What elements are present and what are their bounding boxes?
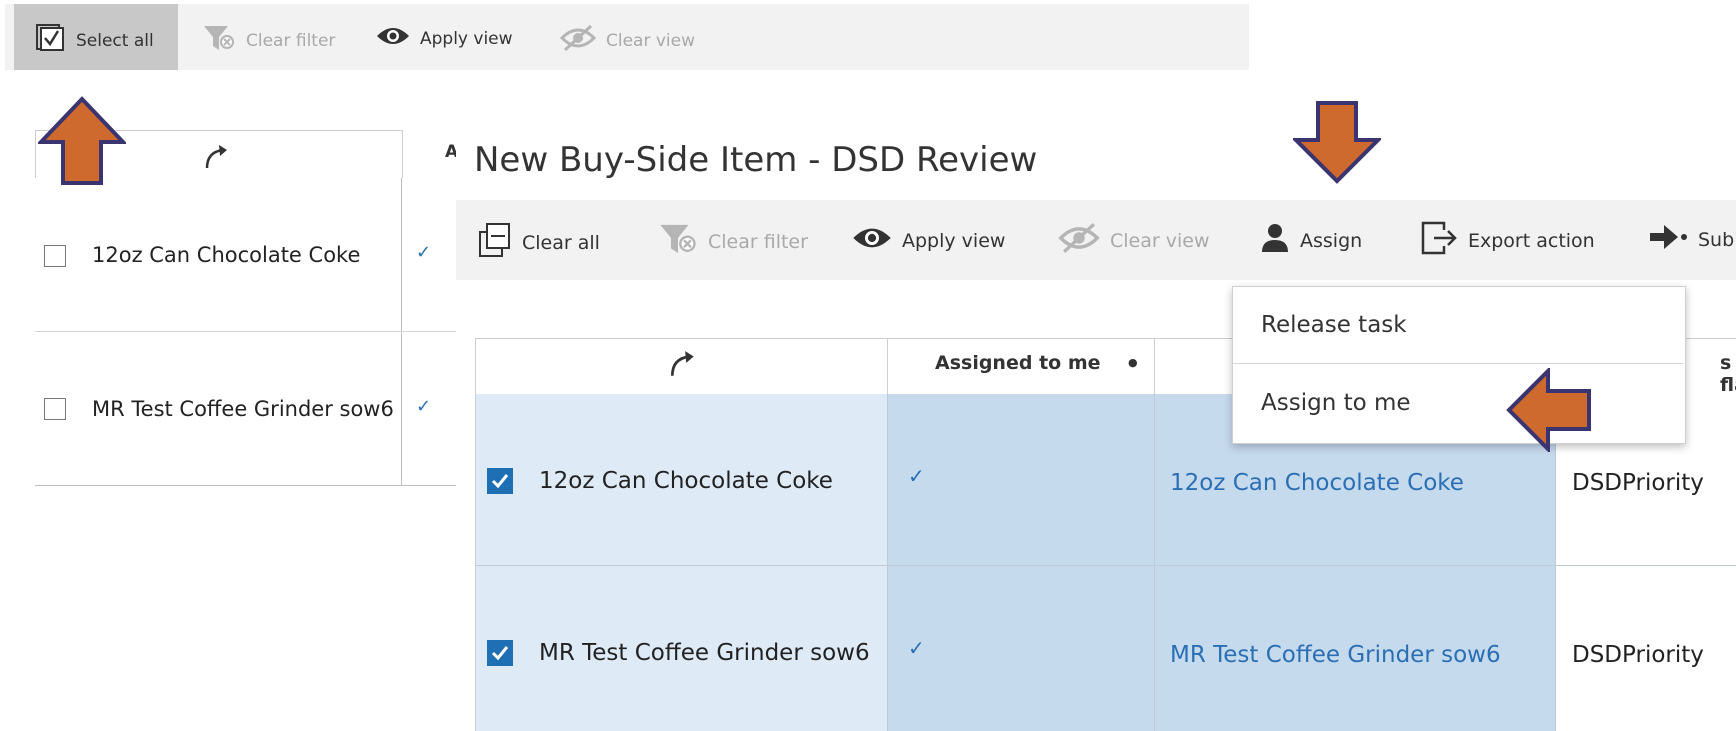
top-clear-view-label: Clear view (606, 30, 696, 51)
export-action-button[interactable]: Export action (1420, 220, 1595, 261)
assign-label: Assign (1300, 229, 1363, 252)
flag-header[interactable]: s flag (1720, 352, 1736, 396)
back-row-2-checkbox[interactable] (44, 398, 66, 420)
arrow-down-annotation (1293, 101, 1381, 184)
back-row-1-check-icon: ✓ (416, 242, 432, 263)
eye-off-icon (559, 24, 597, 57)
assigned-to-me-header[interactable]: Assigned to me (935, 352, 1101, 374)
filter-clear-icon (202, 24, 236, 57)
arrow-up-annotation (38, 96, 126, 185)
select-all-icon (36, 24, 66, 57)
export-icon (1420, 220, 1458, 261)
apply-view-button[interactable]: Apply view (852, 224, 1005, 257)
panel-title: New Buy-Side Item - DSD Review (474, 140, 1038, 180)
clear-view-label: Clear view (1110, 229, 1210, 252)
row-2-name: MR Test Coffee Grinder sow6 (539, 640, 870, 666)
eye-icon (852, 224, 892, 257)
row-1-item-link[interactable]: 12oz Can Chocolate Coke (1170, 470, 1464, 496)
arrow-right-icon (1648, 222, 1688, 257)
row-1-flag: DSDPriority (1572, 470, 1704, 496)
menu-item-release-task-label: Release task (1261, 312, 1407, 338)
menu-item-release-task[interactable]: Release task (1233, 287, 1683, 363)
row-2-item-link[interactable]: MR Test Coffee Grinder sow6 (1170, 642, 1501, 668)
person-icon (1260, 222, 1290, 259)
eye-icon (376, 24, 410, 53)
arrow-left-annotation (1506, 368, 1591, 452)
back-row-2-name: MR Test Coffee Grinder sow6 (92, 397, 394, 421)
row-1-checkbox[interactable] (487, 468, 513, 494)
back-row-2-check-icon: ✓ (416, 396, 432, 417)
header-divider-2 (1154, 338, 1155, 394)
menu-item-assign-to-me-label: Assign to me (1261, 389, 1411, 416)
apply-view-label: Apply view (902, 229, 1006, 252)
refresh-icon[interactable] (203, 144, 231, 174)
row-1-name: 12oz Can Chocolate Coke (539, 468, 833, 494)
row-2-assigned-check: ✓ (908, 636, 925, 660)
eye-off-icon (1058, 222, 1100, 259)
filter-clear-icon (658, 222, 698, 261)
select-all[interactable]: Select all (36, 24, 154, 57)
row-1-assigned-check: ✓ (908, 464, 925, 488)
clear-all-label: Clear all (522, 231, 600, 254)
assigned-sort-indicator: ● (1128, 356, 1138, 369)
refresh-icon[interactable] (668, 350, 698, 382)
assign-button[interactable]: Assign (1260, 222, 1362, 259)
top-clear-filter-button[interactable]: Clear filter (202, 24, 335, 57)
back-grid-row-separator (35, 331, 465, 332)
top-clear-filter-label: Clear filter (246, 30, 336, 51)
menu-item-assign-to-me[interactable]: Assign to me (1233, 364, 1683, 441)
submit-label: Sub (1698, 228, 1735, 251)
top-apply-view-label: Apply view (420, 28, 513, 49)
clear-all-icon (478, 222, 512, 263)
back-grid-vline (401, 178, 402, 486)
back-row-1-checkbox[interactable] (44, 245, 66, 267)
top-apply-view-button[interactable]: Apply view (376, 24, 513, 53)
clear-all-button[interactable]: Clear all (478, 222, 600, 263)
back-row-1-name: 12oz Can Chocolate Coke (92, 243, 361, 267)
row-2-checkbox[interactable] (487, 640, 513, 666)
clear-view-button[interactable]: Clear view (1058, 222, 1209, 259)
row-2-flag: DSDPriority (1572, 642, 1704, 668)
clear-filter-label: Clear filter (708, 230, 808, 253)
header-divider-1 (887, 338, 888, 394)
export-action-label: Export action (1468, 229, 1595, 252)
submit-button[interactable]: Sub (1648, 222, 1734, 257)
select-all-label: Select all (76, 30, 154, 51)
clear-filter-button[interactable]: Clear filter (658, 222, 808, 261)
back-grid-bottom-border (35, 485, 465, 486)
top-clear-view-button[interactable]: Clear view (559, 24, 696, 57)
